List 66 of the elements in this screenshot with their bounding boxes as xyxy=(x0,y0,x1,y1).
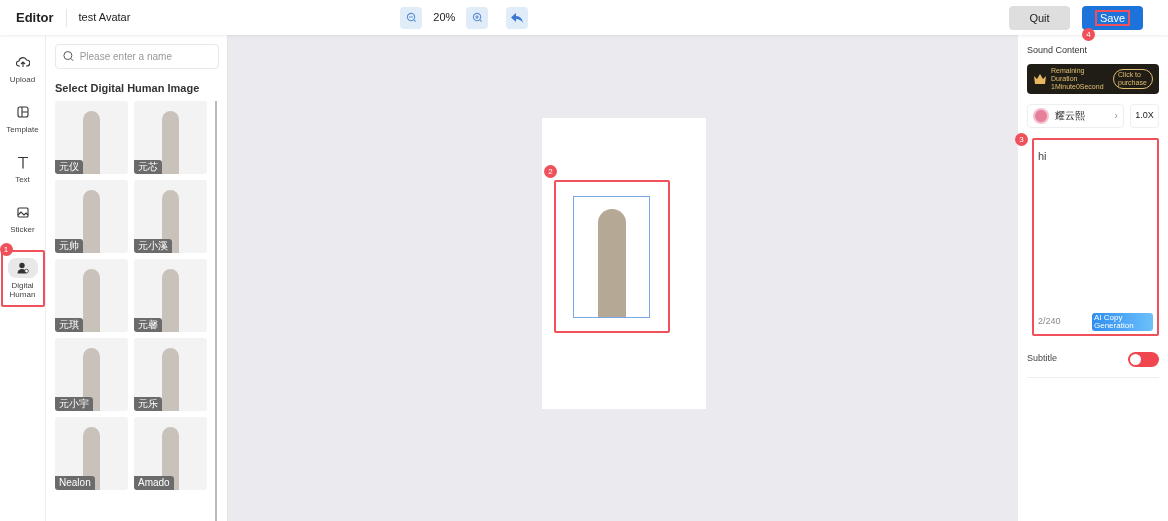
script-text: hi xyxy=(1038,148,1047,164)
chevron-icon: › xyxy=(1114,107,1118,124)
zoom-in-button[interactable] xyxy=(466,6,489,29)
cloud-upload-icon xyxy=(15,56,30,68)
crown-icon xyxy=(1033,73,1047,84)
image-icon xyxy=(16,206,29,218)
zoom-in-icon xyxy=(471,12,483,23)
panel-heading: Select Digital Human Image xyxy=(55,80,201,96)
avatar-name: Amado xyxy=(134,476,174,491)
avatar-card[interactable]: 元帅 xyxy=(55,180,128,254)
avatar-card[interactable]: 元芯 xyxy=(134,101,207,175)
avatar-name: 元馨 xyxy=(134,318,162,333)
avatar-name: 元小溪 xyxy=(134,239,172,254)
character-counter: 2/240 xyxy=(1038,315,1061,328)
avatar-name: 元帅 xyxy=(55,239,83,254)
avatar-card[interactable]: Nealon xyxy=(55,417,128,491)
script-field[interactable]: hi 2/240 AI Copy Generation xyxy=(1032,137,1159,336)
search-field[interactable]: Please enter a name xyxy=(55,44,219,69)
undo-button[interactable] xyxy=(506,6,529,29)
app-title: Editor xyxy=(16,8,54,27)
subtitle-toggle[interactable] xyxy=(1128,351,1159,367)
text-icon xyxy=(16,155,29,169)
avatar-card[interactable]: 元乐 xyxy=(134,338,207,412)
avatar-card[interactable]: 元小宇 xyxy=(55,338,128,412)
search-icon xyxy=(63,50,74,63)
avatar-name: 元芯 xyxy=(134,160,162,175)
avatar-name: 元琪 xyxy=(55,318,83,333)
avatar-card[interactable]: 元琪 xyxy=(55,259,128,333)
tool-tab[interactable]: Sticker xyxy=(0,200,45,236)
avatar-card[interactable]: 元小溪 xyxy=(134,180,207,254)
subtitle-label: Subtitle xyxy=(1027,352,1058,366)
search-input[interactable]: Please enter a name xyxy=(79,49,211,64)
avatar-name: 元仪 xyxy=(55,160,83,175)
tool-tab[interactable]: Text xyxy=(0,150,45,186)
step-number-badge: 1 xyxy=(0,243,13,256)
person-silhouette-icon xyxy=(162,269,179,333)
person-silhouette-icon xyxy=(83,111,100,175)
speed-button[interactable]: 1.0X xyxy=(1130,103,1159,128)
avatar-card[interactable]: Amado xyxy=(134,417,207,491)
person-silhouette-icon xyxy=(162,111,179,175)
step-number-badge: 3 xyxy=(1015,132,1028,146)
avatar-icon xyxy=(1033,107,1049,124)
tool-tab[interactable]: Template xyxy=(0,100,45,136)
person-silhouette-icon xyxy=(162,348,179,412)
person-silhouette-icon xyxy=(83,190,100,254)
zoom-out-button[interactable] xyxy=(400,6,423,29)
avatar-name: 元乐 xyxy=(134,397,162,412)
project-name: test Avatar xyxy=(78,10,131,26)
avatar-name: Nealon xyxy=(55,476,95,491)
tool-tab[interactable]: Upload xyxy=(0,50,45,86)
quit-button[interactable]: Quit xyxy=(1009,6,1070,31)
avatar-name: 元小宇 xyxy=(55,397,93,412)
voice-selector[interactable]: 耀云熙 › xyxy=(1027,103,1124,128)
person-icon xyxy=(16,262,29,274)
save-button[interactable]: Save xyxy=(1082,6,1143,31)
layout-icon xyxy=(16,106,29,118)
zoom-level: 20% xyxy=(433,10,456,26)
voice-name: 耀云熙 xyxy=(1055,109,1085,123)
person-silhouette-icon xyxy=(83,269,100,333)
section-heading: Sound Content xyxy=(1027,44,1089,57)
selection-box[interactable] xyxy=(573,196,650,318)
undo-icon xyxy=(510,11,525,24)
ai-copy-button[interactable]: AI Copy Generation xyxy=(1092,312,1153,331)
avatar-card[interactable]: 元馨 xyxy=(134,259,207,333)
avatar-card[interactable]: 元仪 xyxy=(55,101,128,175)
zoom-out-icon xyxy=(405,12,417,23)
